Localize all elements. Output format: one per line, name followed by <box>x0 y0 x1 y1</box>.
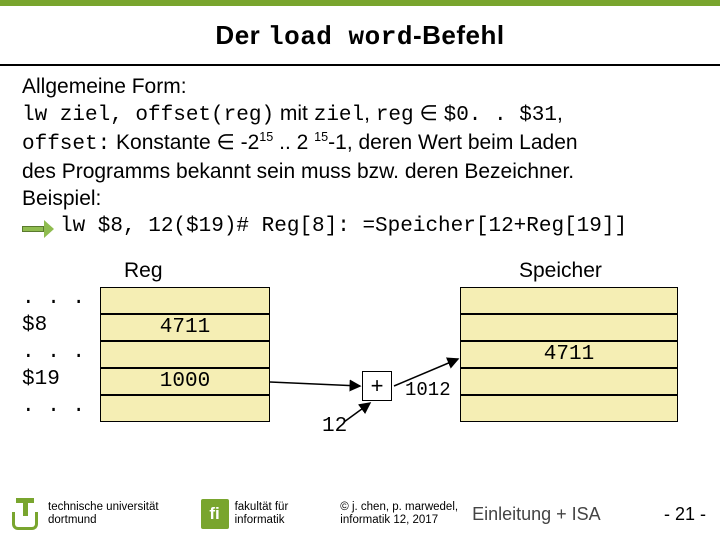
mem-cell <box>460 368 678 395</box>
slide-title: Der load word-Befehl <box>0 6 720 64</box>
row-dots: . . . <box>22 287 85 310</box>
mem-val-cell: 4711 <box>460 341 678 368</box>
mem-cell <box>460 395 678 422</box>
tu-logo-icon <box>8 496 42 532</box>
mem-cell <box>460 287 678 314</box>
line-3: offset: Konstante ∈ -215 .. 2 15-1, dere… <box>22 130 698 159</box>
university-text: technische universität dortmund <box>48 501 159 527</box>
row-r8: $8 <box>22 314 47 337</box>
faculty-block: fi fakultät für informatik <box>201 499 289 529</box>
fi-logo-icon: fi <box>201 499 229 529</box>
reg19-cell: 1000 <box>100 368 270 395</box>
adder-box: + <box>362 371 392 401</box>
reg-cell <box>100 287 270 314</box>
line-2: lw ziel, offset(reg) mit ziel, reg ∈ $0.… <box>22 101 698 130</box>
row-dots: . . . <box>22 341 85 364</box>
example-code: lw $8, 12($19)# Reg[8]: =Speicher[12+Reg… <box>60 214 627 241</box>
reg8-cell: 4711 <box>100 314 270 341</box>
title-post: -Befehl <box>413 20 505 50</box>
example-line: lw $8, 12($19)# Reg[8]: =Speicher[12+Reg… <box>22 214 698 241</box>
copyright: © j. chen, p. marwedel, informatik 12, 2… <box>340 501 458 527</box>
body-text: Allgemeine Form: lw ziel, offset(reg) mi… <box>0 74 720 241</box>
arrow-icon <box>22 220 54 238</box>
title-command: load word <box>268 22 413 52</box>
university-block: technische universität dortmund <box>8 496 159 532</box>
divider <box>0 64 720 66</box>
lecture-title: Einleitung + ISA <box>472 504 601 525</box>
line-1: Allgemeine Form: <box>22 74 698 101</box>
title-pre: Der <box>215 20 268 50</box>
line-4: des Programms bekannt sein muss bzw. der… <box>22 159 698 186</box>
offset-value: 12 <box>322 415 347 438</box>
mem-cell <box>460 314 678 341</box>
register-label: Reg <box>124 259 163 283</box>
diagram: Reg Speicher . . . $8 . . . $19 . . . 47… <box>22 259 720 444</box>
reg-cell <box>100 341 270 368</box>
row-dots: . . . <box>22 395 85 418</box>
footer: technische universität dortmund fi fakul… <box>0 488 720 540</box>
reg-cell <box>100 395 270 422</box>
row-r19: $19 <box>22 368 60 391</box>
faculty-text: fakultät für informatik <box>235 501 289 527</box>
line-5: Beispiel: <box>22 186 698 213</box>
syntax: lw ziel, offset(reg) <box>22 104 274 127</box>
address-value: 1012 <box>405 379 451 401</box>
memory-label: Speicher <box>519 259 602 283</box>
page-number: - 21 - <box>664 504 706 525</box>
